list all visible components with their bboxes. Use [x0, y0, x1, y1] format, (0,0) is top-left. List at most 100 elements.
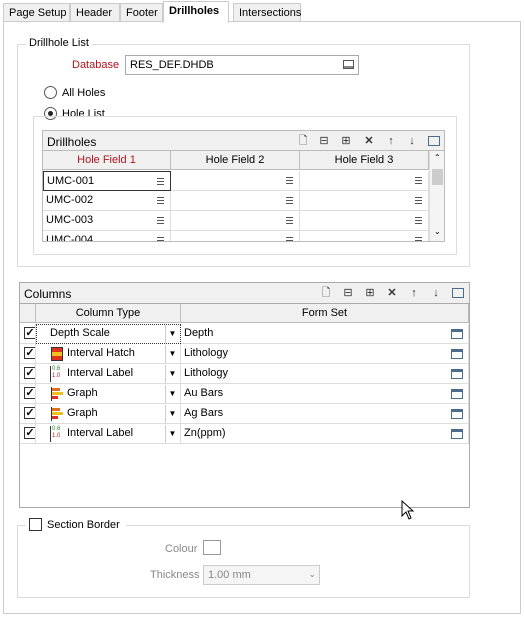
colour-swatch[interactable] — [203, 540, 221, 555]
graph-icon — [51, 387, 63, 401]
column-visible-checkbox[interactable]: ✓ — [24, 327, 35, 339]
column-row[interactable]: ✓ Depth Scale ▼ Depth — [20, 324, 469, 344]
form-set-browse-icon[interactable] — [451, 389, 463, 399]
tab-intersections[interactable]: Intersections — [233, 3, 301, 22]
hole-field-2-header[interactable]: Hole Field 2 — [171, 151, 300, 170]
scroll-down-icon[interactable]: ⌄ — [434, 227, 441, 236]
all-holes-label: All Holes — [62, 87, 106, 99]
hole-cell[interactable] — [171, 231, 300, 241]
hole-cell[interactable]: UMC-001 — [43, 171, 171, 191]
column-type-label: Interval Hatch — [67, 347, 135, 359]
drillhole-list-title: Drillhole List — [26, 37, 92, 49]
insert-after-icon[interactable]: ⊞ — [340, 135, 352, 147]
interval-hatch-icon — [51, 347, 63, 361]
chevron-down-icon[interactable]: ▼ — [165, 345, 179, 363]
delete-icon[interactable]: ✕ — [386, 287, 398, 299]
column-visible-checkbox[interactable]: ✓ — [24, 347, 35, 359]
form-set-cell[interactable]: Au Bars — [181, 384, 469, 404]
form-set-value: Zn(ppm) — [184, 427, 226, 439]
graph-icon — [51, 407, 63, 421]
thickness-label: Thickness — [150, 569, 200, 581]
new-row-icon[interactable]: 🗋 — [297, 135, 309, 147]
column-check-cell: ✓ — [20, 384, 36, 404]
column-row[interactable]: ✓ Graph ▼ Au Bars — [20, 384, 469, 404]
grid-settings-icon[interactable] — [428, 136, 440, 146]
form-set-browse-icon[interactable] — [451, 429, 463, 439]
move-down-icon[interactable]: ↓ — [406, 135, 418, 147]
column-row[interactable]: ✓ 0.6 1.0 Interval Label ▼ Lithology — [20, 364, 469, 384]
form-set-cell[interactable]: Ag Bars — [181, 404, 469, 424]
tab-drillholes[interactable]: Drillholes — [163, 1, 229, 23]
form-set-cell[interactable]: Lithology — [181, 364, 469, 384]
hole-cell[interactable]: UMC-003 — [43, 211, 171, 231]
chevron-down-icon[interactable]: ⌄ — [308, 569, 316, 580]
column-type-label: Graph — [67, 407, 98, 419]
form-set-browse-icon[interactable] — [451, 409, 463, 419]
chevron-down-icon[interactable]: ▼ — [165, 325, 179, 343]
tab-page-setup[interactable]: Page Setup — [3, 3, 70, 22]
column-visible-checkbox[interactable]: ✓ — [24, 367, 35, 379]
column-check-cell: ✓ — [20, 364, 36, 384]
section-border-checkbox[interactable] — [29, 518, 42, 531]
hole-cell[interactable] — [300, 211, 429, 231]
insert-row-icon[interactable]: ⊟ — [318, 135, 330, 147]
form-set-value: Au Bars — [184, 387, 224, 399]
column-row[interactable]: ✓ 0.6 1.0 Interval Label ▼ Zn(ppm) — [20, 424, 469, 444]
chevron-down-icon[interactable]: ▼ — [165, 405, 179, 423]
colour-label: Colour — [165, 543, 198, 555]
form-set-cell[interactable]: Zn(ppm) — [181, 424, 469, 444]
chevron-down-icon[interactable]: ▼ — [165, 365, 179, 383]
browse-icon[interactable] — [343, 60, 354, 69]
column-check-cell: ✓ — [20, 344, 36, 364]
hole-cell[interactable] — [171, 191, 300, 211]
column-visible-checkbox[interactable]: ✓ — [24, 407, 35, 419]
hole-cell[interactable]: UMC-002 — [43, 191, 171, 211]
move-up-icon[interactable]: ↑ — [385, 135, 397, 147]
scroll-up-icon[interactable]: ⌃ — [434, 153, 441, 162]
hole-field-3-header[interactable]: Hole Field 3 — [300, 151, 429, 170]
grid-settings-icon[interactable] — [452, 288, 464, 298]
column-visible-checkbox[interactable]: ✓ — [24, 427, 35, 439]
tab-footer[interactable]: Footer — [120, 3, 163, 22]
column-visible-checkbox[interactable]: ✓ — [24, 387, 35, 399]
column-row[interactable]: ✓ Graph ▼ Ag Bars — [20, 404, 469, 424]
new-row-icon[interactable]: 🗋 — [320, 287, 332, 299]
hole-cell[interactable]: UMC-004 — [43, 231, 171, 241]
scroll-thumb[interactable] — [432, 169, 443, 185]
drillholes-grid-title: Drillholes — [47, 135, 97, 149]
database-value: RES_DEF.DHDB — [130, 59, 214, 71]
form-set-header[interactable]: Form Set — [181, 304, 469, 323]
form-set-browse-icon[interactable] — [451, 369, 463, 379]
hole-cell[interactable] — [300, 231, 429, 241]
column-row[interactable]: ✓ Interval Hatch ▼ Lithology — [20, 344, 469, 364]
column-type-header[interactable]: Column Type — [36, 304, 181, 323]
hole-cell[interactable] — [171, 171, 300, 191]
form-set-cell[interactable]: Lithology — [181, 344, 469, 364]
form-set-browse-icon[interactable] — [451, 349, 463, 359]
grid-scrollbar[interactable]: ⌃ ⌄ — [429, 151, 444, 241]
drillholes-grid: Hole Field 1 Hole Field 2 Hole Field 3 U… — [42, 151, 445, 242]
insert-row-icon[interactable]: ⊟ — [342, 287, 354, 299]
form-set-cell[interactable]: Depth — [181, 324, 469, 344]
insert-after-icon[interactable]: ⊞ — [364, 287, 376, 299]
chevron-down-icon[interactable]: ▼ — [165, 425, 179, 443]
thickness-select[interactable]: 1.00 mm ⌄ — [203, 565, 320, 585]
hole-cell[interactable] — [300, 191, 429, 211]
interval-label-icon: 0.6 1.0 — [50, 366, 65, 382]
hole-cell[interactable] — [171, 211, 300, 231]
chevron-down-icon[interactable]: ▼ — [165, 385, 179, 403]
column-type-label: Interval Label — [67, 427, 134, 439]
hole-cell[interactable] — [300, 171, 429, 191]
form-set-browse-icon[interactable] — [451, 329, 463, 339]
database-input[interactable]: RES_DEF.DHDB — [125, 55, 359, 75]
hole-field-1-header[interactable]: Hole Field 1 — [43, 151, 171, 170]
drillholes-grid-toolbar: Drillholes 🗋 ⊟ ⊞ ✕ ↑ ↓ — [42, 130, 445, 151]
column-check-cell: ✓ — [20, 424, 36, 444]
move-up-icon[interactable]: ↑ — [408, 287, 420, 299]
all-holes-radio[interactable] — [44, 86, 57, 99]
columns-grid: Column Type Form Set ✓ Depth Scale ▼ Depth ✓… — [20, 304, 469, 507]
columns-title: Columns — [24, 287, 72, 301]
move-down-icon[interactable]: ↓ — [430, 287, 442, 299]
tab-header[interactable]: Header — [70, 3, 120, 22]
delete-icon[interactable]: ✕ — [363, 135, 375, 147]
